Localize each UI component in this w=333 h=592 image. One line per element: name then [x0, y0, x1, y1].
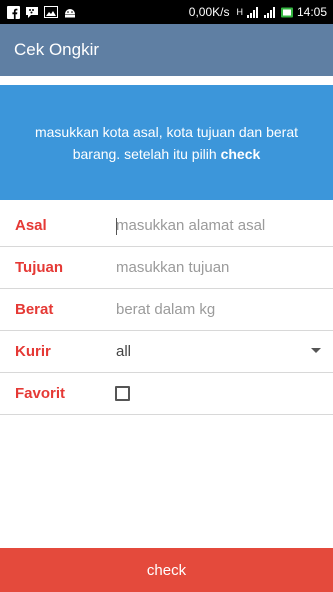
tujuan-field-wrapper: [116, 259, 321, 276]
network-type: H: [236, 7, 243, 17]
favorit-checkbox[interactable]: [115, 386, 130, 401]
instruction-text-check: check: [220, 145, 261, 162]
signal-icon: [263, 5, 277, 19]
android-icon: [63, 5, 77, 19]
berat-row: Berat: [0, 289, 333, 331]
asal-field-wrapper: [116, 217, 321, 234]
kurir-label: Kurir: [15, 343, 51, 360]
favorit-label: Favorit: [15, 385, 66, 402]
signal-icon: [246, 5, 260, 19]
dropdown-arrow-icon[interactable]: [311, 348, 321, 353]
bbm-icon: [25, 5, 39, 19]
tujuan-input[interactable]: [116, 259, 321, 276]
kurir-row[interactable]: Kurir all: [0, 331, 333, 373]
instruction-text: masukkan kota asal, kota tujuan dan bera…: [28, 121, 305, 165]
berat-label: Berat: [15, 301, 54, 318]
status-system-icons: 0,00K/s H 14:05: [189, 5, 327, 19]
kurir-select[interactable]: all: [116, 343, 321, 360]
facebook-icon: [6, 5, 20, 19]
instruction-banner: masukkan kota asal, kota tujuan dan bera…: [0, 85, 333, 200]
asal-row: Asal: [0, 205, 333, 247]
berat-input[interactable]: [116, 301, 321, 318]
network-speed: 0,00K/s: [188, 5, 230, 19]
favorit-row: Favorit: [0, 373, 333, 415]
text-cursor: [116, 218, 117, 235]
tujuan-label: Tujuan: [15, 259, 64, 276]
status-notification-icons: [6, 5, 189, 19]
app-bar: Cek Ongkir: [0, 24, 333, 76]
berat-field-wrapper: [116, 301, 321, 318]
clock: 14:05: [296, 5, 327, 19]
gallery-icon: [44, 5, 58, 19]
shipping-form: Asal Tujuan Berat Kurir all Favorit: [0, 205, 333, 415]
battery-icon: [280, 5, 294, 19]
status-bar: 0,00K/s H 14:05: [0, 0, 333, 24]
tujuan-row: Tujuan: [0, 247, 333, 289]
asal-input[interactable]: [116, 217, 321, 234]
check-button[interactable]: check: [0, 548, 333, 592]
page-title: Cek Ongkir: [14, 40, 100, 59]
asal-label: Asal: [15, 217, 47, 234]
